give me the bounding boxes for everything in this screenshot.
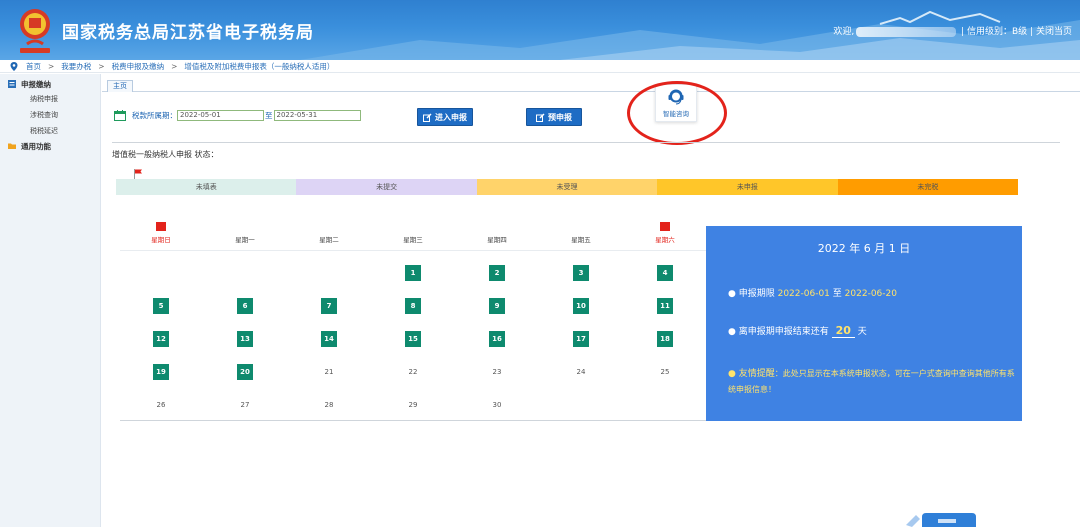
main-content: 主页 税款所属期： 至 进入申报 预申报	[102, 74, 1080, 527]
weekday-header: 星期日	[151, 236, 171, 244]
calendar-day: 25	[660, 368, 670, 376]
calendar-day: 24	[576, 368, 586, 376]
pre-declaration-button[interactable]: 预申报	[526, 108, 582, 126]
calendar-day-declare[interactable]: 12	[153, 331, 169, 347]
status-step-unsubmitted: 未提交	[296, 179, 477, 195]
header-user-area: 欢迎, | 信用级别：B级 | 关闭当页	[833, 26, 1072, 37]
site-header: 国家税务总局江苏省电子税务局 欢迎, | 信用级别：B级 | 关闭当页	[0, 0, 1080, 60]
calendar-day-declare[interactable]: 11	[657, 298, 673, 314]
tab-home[interactable]: 主页	[107, 80, 133, 92]
floating-service-widget-icon[interactable]	[902, 511, 976, 527]
sidebar: 申报缴纳 纳税申报 涉税查询 税税延迟 通用功能	[0, 74, 101, 527]
tab-bar: 主页	[102, 78, 1080, 92]
tax-bureau-emblem-icon	[20, 9, 50, 53]
calendar-day-declare[interactable]: 7	[321, 298, 337, 314]
edit-icon	[423, 113, 432, 122]
calendar-day-declare[interactable]: 6	[237, 298, 253, 314]
calendar-day: 21	[324, 368, 334, 376]
weekday-header: 星期五	[571, 236, 591, 244]
section-divider	[112, 142, 1060, 143]
breadcrumb-tax-handling[interactable]: 我要办税	[61, 61, 91, 72]
calendar-day-declare[interactable]: 5	[153, 298, 169, 314]
weekend-marker	[660, 222, 670, 231]
weekday-header: 星期四	[487, 236, 507, 244]
calendar-day-declare[interactable]: 3	[573, 265, 589, 281]
breadcrumb: 首页 > 我要办税 > 税费申报及缴纳 > 增值税及附加税费申报表（一般纳税人适用）	[0, 60, 1080, 73]
list-icon	[8, 80, 16, 88]
calendar-day-declare[interactable]: 13	[237, 331, 253, 347]
calendar-day: 29	[408, 401, 418, 409]
sidebar-group-declare[interactable]: 申报缴纳	[0, 77, 100, 91]
breadcrumb-current-form: 增值税及附加税费申报表（一般纳税人适用）	[184, 61, 335, 71]
sidebar-group-general[interactable]: 通用功能	[0, 139, 100, 153]
status-step-unaccepted: 未受理	[476, 179, 658, 195]
weekday-header: 星期六	[655, 236, 675, 244]
info-panel: 2022 年 6 月 1 日 ● 申报期限 2022-06-01 至 2022-…	[706, 226, 1022, 421]
deadline-start: 2022-06-01	[777, 289, 830, 299]
sidebar-item-tax-delay[interactable]: 税税延迟	[0, 123, 100, 139]
tax-period-label: 税款所属期：	[132, 110, 177, 120]
calendar-day: 23	[492, 368, 502, 376]
calendar-day: 30	[492, 401, 502, 409]
period-end-input[interactable]	[273, 109, 361, 121]
calendar-day-declare[interactable]: 4	[657, 265, 673, 281]
period-start-input[interactable]	[177, 109, 264, 121]
weekend-marker	[156, 222, 166, 231]
calendar-day-declare[interactable]: 2	[489, 265, 505, 281]
weekday-header: 星期三	[403, 236, 423, 244]
calendar-day: 22	[408, 368, 418, 376]
folder-icon	[8, 143, 16, 149]
credit-level: 信用级别：B级	[967, 27, 1028, 37]
remaining-days: 20	[831, 324, 855, 338]
calendar-day-declare[interactable]: 14	[321, 331, 337, 347]
status-step-unfilled: 未填表	[116, 179, 297, 195]
calendar-day-declare[interactable]: 19	[153, 364, 169, 380]
location-pin-icon	[10, 61, 18, 71]
calendar-day-declare[interactable]: 16	[489, 331, 505, 347]
calendar-day-declare[interactable]: 8	[405, 298, 421, 314]
deadline-end: 2022-06-20	[844, 289, 897, 299]
calendar: 星期日 星期一 星期二 星期三 星期四 星期五 星期六 1 2 3 4 5 6 7 8 9 10 11 12 13 14…	[120, 222, 706, 421]
calendar-day-declare[interactable]: 1	[405, 265, 421, 281]
enter-declaration-button[interactable]: 进入申报	[417, 108, 473, 126]
status-progress-bar: 未填表 未提交 未受理 未申报 未完税	[116, 179, 1019, 195]
weekday-header: 星期二	[319, 236, 339, 244]
calendar-day: 28	[324, 401, 334, 409]
calendar-day-declare[interactable]: 18	[657, 331, 673, 347]
highlight-circle-annotation	[627, 81, 727, 145]
status-step-unpaid: 未完税	[837, 179, 1019, 195]
edit-icon	[536, 113, 545, 122]
tax-period-row: 税款所属期： 至	[114, 108, 361, 122]
friendly-tip: ● 友情提醒：此处只显示在本系统申报状态，可在一户式查询中查询其他所有系统申报信…	[728, 369, 1015, 394]
calendar-day-declare[interactable]: 20	[237, 364, 253, 380]
remaining-days-line: ● 离申报期申报结束还有 20 天	[728, 324, 867, 338]
calendar-day: 26	[156, 401, 166, 409]
period-to-label: 至	[265, 110, 273, 120]
calendar-day-declare[interactable]: 17	[573, 331, 589, 347]
calendar-day-declare[interactable]: 10	[573, 298, 589, 314]
breadcrumb-home[interactable]: 首页	[26, 61, 41, 72]
site-title: 国家税务总局江苏省电子税务局	[62, 23, 314, 43]
calendar-icon	[114, 109, 126, 121]
blurred-username	[856, 26, 957, 37]
sidebar-item-tax-query[interactable]: 涉税查询	[0, 107, 100, 123]
calendar-day: 27	[240, 401, 250, 409]
flag-icon	[134, 169, 142, 179]
welcome-text: 欢迎,	[833, 27, 855, 37]
sidebar-item-tax-declare[interactable]: 纳税申报	[0, 91, 100, 107]
declare-deadline-line: ● 申报期限 2022-06-01 至 2022-06-20	[728, 289, 897, 299]
calendar-day-declare[interactable]: 15	[405, 331, 421, 347]
current-date: 2022 年 6 月 1 日	[817, 242, 911, 255]
breadcrumb-declare-pay[interactable]: 税费申报及缴纳	[112, 61, 165, 72]
weekday-header: 星期一	[235, 236, 255, 244]
close-page-link[interactable]: 关闭当页	[1036, 27, 1072, 37]
status-title: 增值税一般纳税人申报 状态：	[112, 150, 219, 159]
status-step-undeclared: 未申报	[657, 179, 838, 195]
calendar-day-declare[interactable]: 9	[489, 298, 505, 314]
